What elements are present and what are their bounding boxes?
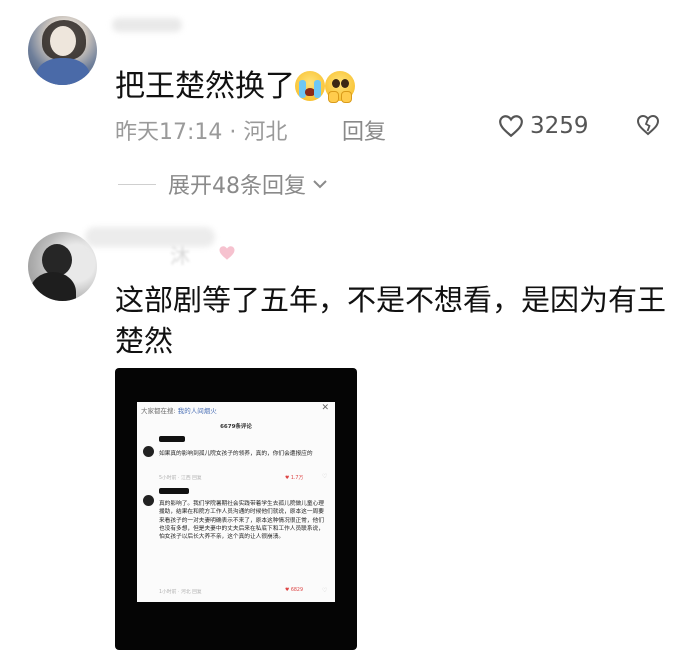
avatar-face xyxy=(50,26,76,56)
embedded-screenshot: 大家都在搜: 我的人间烟火 ✕ 6679条评论 如果真的影响到孤儿院女孩子的领养… xyxy=(137,402,335,602)
redacted-username xyxy=(159,436,185,442)
reply-meta: 5小时前 · 江西 回复 xyxy=(159,476,202,481)
reply-button[interactable]: 回复 xyxy=(342,114,386,146)
blurred-username xyxy=(85,227,215,247)
dislike-button[interactable] xyxy=(636,114,660,140)
avatar xyxy=(143,495,154,506)
close-icon: ✕ xyxy=(321,403,329,413)
comment-text: 这部剧等了五年，不是不想看，是因为有王楚然 xyxy=(115,283,667,358)
comment-time-location: 昨天17:14 · 河北 xyxy=(115,120,288,145)
comment-text-body: 把王楚然换了 xyxy=(115,69,295,104)
divider-line xyxy=(118,183,156,185)
search-hint-link: 我的人间烟火 xyxy=(177,407,217,415)
reply-meta: 1小时前 · 河北 回复 xyxy=(159,590,202,595)
expand-replies-button[interactable]: 展开48条回复 xyxy=(118,168,328,200)
reply-likes: ♥ 6829 xyxy=(285,588,304,593)
search-hint-prefix: 大家都在搜: xyxy=(141,407,176,415)
user-avatar[interactable] xyxy=(28,16,97,85)
avatar-shirt xyxy=(36,58,90,85)
search-hint: 大家都在搜: 我的人间烟火 xyxy=(141,405,217,415)
expand-replies-label: 展开48条回复 xyxy=(168,174,306,199)
broken-heart-icon: ♡ xyxy=(322,587,328,594)
heart-outline-icon xyxy=(499,115,523,138)
broken-heart-icon xyxy=(636,114,660,136)
reply-likes-count: 6829 xyxy=(290,588,304,593)
chevron-down-icon xyxy=(313,180,327,189)
avatar xyxy=(143,446,154,457)
comment-text: 把王楚然换了 xyxy=(115,61,355,105)
redacted-username xyxy=(159,488,189,494)
reply-text: 真的影响了。我们学院暑期社会实践带着学生去孤儿院做儿童心理援助，结果在和院方工作… xyxy=(159,501,324,541)
blurred-username xyxy=(112,18,182,32)
reply-likes: ♥ 1.7万 xyxy=(285,476,304,481)
comment-image[interactable]: 大家都在搜: 我的人间烟火 ✕ 6679条评论 如果真的影响到孤儿院女孩子的领养… xyxy=(115,368,357,650)
reply-text: 如果真的影响到孤儿院女孩子的领养，真的，你们会遭报应的 xyxy=(159,451,313,457)
username[interactable]: 沐 xyxy=(170,240,190,269)
pink-heart-icon xyxy=(219,246,235,260)
avatar-silhouette-body xyxy=(30,272,76,301)
reply-likes-count: 1.7万 xyxy=(290,476,304,481)
pleading-face-icon xyxy=(325,71,355,103)
like-count: 3259 xyxy=(530,113,589,139)
broken-heart-icon: ♡ xyxy=(322,473,328,480)
crying-face-icon xyxy=(295,71,325,101)
like-button[interactable]: 3259 xyxy=(498,113,589,139)
avatar-silhouette-head xyxy=(42,244,72,276)
comment-count: 6679条评论 xyxy=(220,424,252,430)
